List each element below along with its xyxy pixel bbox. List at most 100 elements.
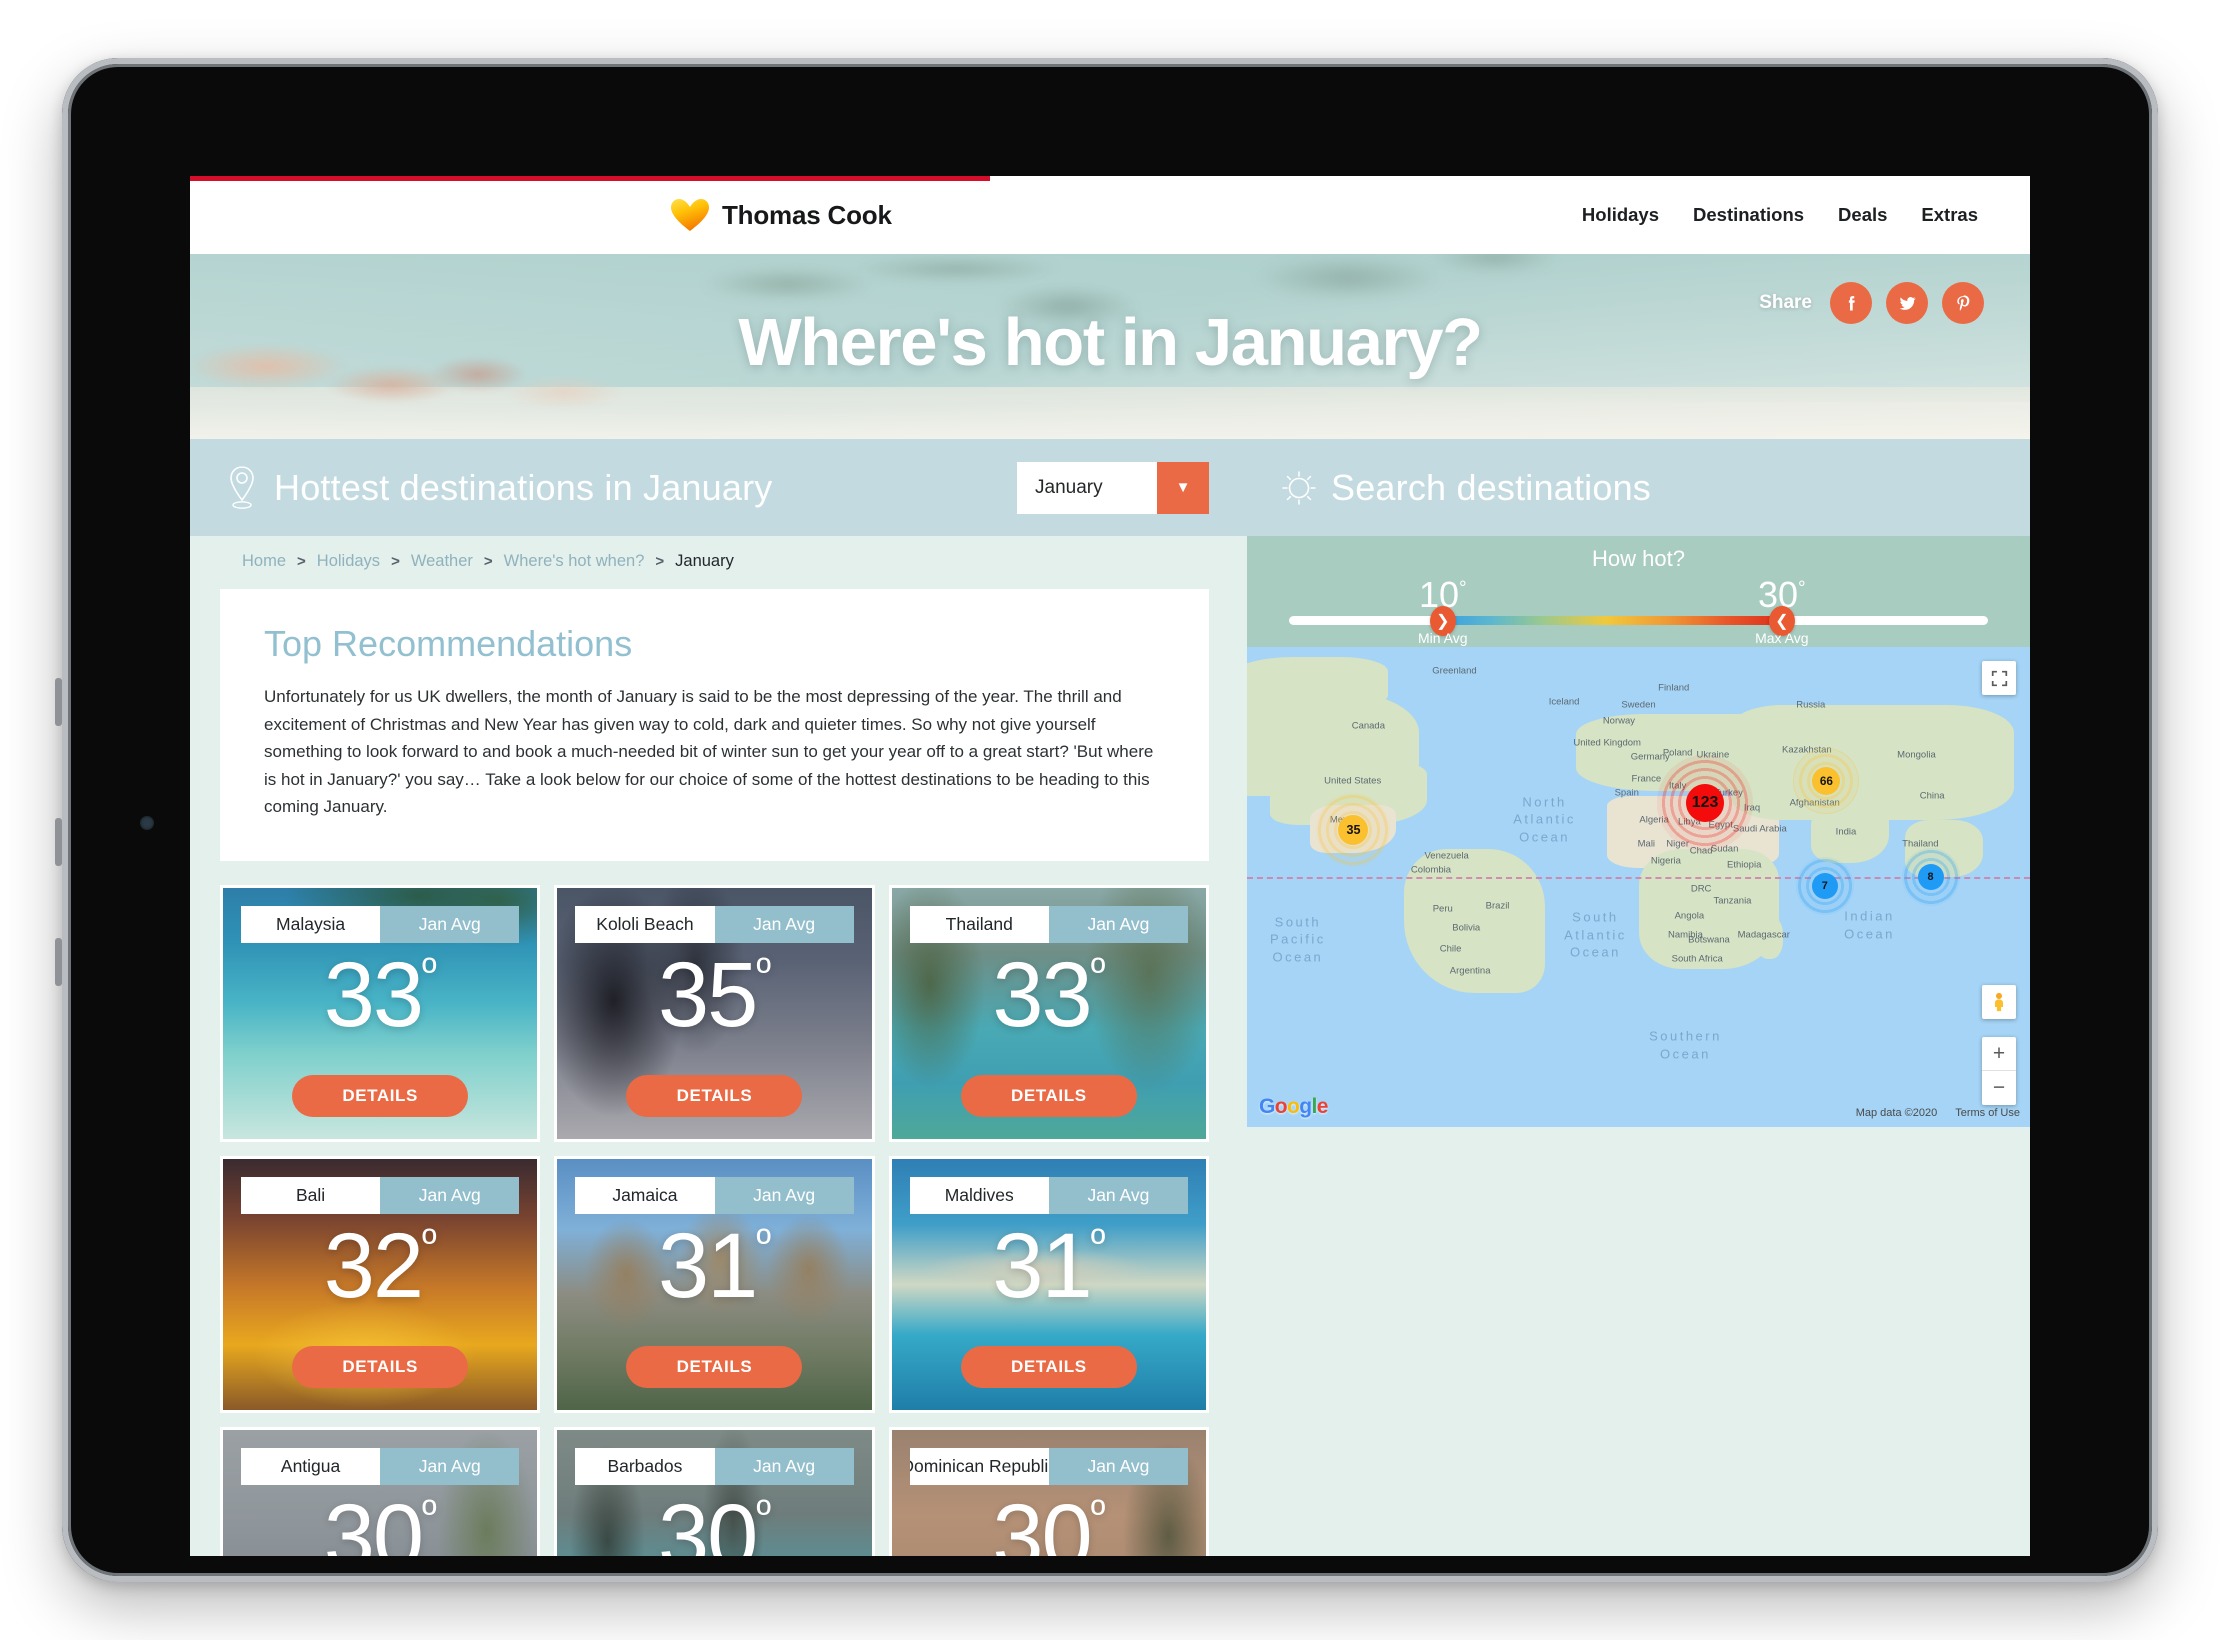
brand-logo[interactable]: Thomas Cook [670, 198, 892, 232]
destination-temperature: 33º [223, 949, 537, 1041]
map-terms-of-use-link[interactable]: Terms of Use [1955, 1107, 2020, 1119]
destination-temperature: 30º [223, 1491, 537, 1556]
degree-symbol: º [1090, 950, 1106, 995]
top-recommendations-panel: Top Recommendations Unfortunately for us… [220, 589, 1209, 861]
destination-details-button[interactable]: DETAILS [626, 1074, 803, 1117]
destination-temperature: 32º [223, 1220, 537, 1312]
breadcrumb-item-holidays[interactable]: Holidays [317, 552, 380, 571]
map-country-label: United Kingdom [1573, 737, 1641, 749]
share-pinterest-button[interactable] [1942, 282, 1984, 324]
destination-card[interactable]: AntiguaJan Avg30ºDETAILS [220, 1426, 541, 1556]
map-cluster-marker[interactable]: 123 [1686, 784, 1725, 822]
destination-details-button[interactable]: DETAILS [292, 1345, 469, 1388]
pinterest-icon [1956, 294, 1969, 311]
destination-avg-label: Jan Avg [380, 1447, 520, 1485]
destination-card[interactable]: Bali Jan Avg 32º DETAILS [220, 1155, 541, 1413]
map-country-label: Poland [1662, 747, 1693, 759]
map-fullscreen-button[interactable] [1982, 661, 2016, 695]
destination-card[interactable]: BarbadosJan Avg30ºDETAILS [554, 1426, 875, 1556]
degree-symbol: º [422, 1221, 437, 1266]
breadcrumb-item-wheres-hot-when[interactable]: Where's hot when? [504, 552, 645, 571]
map-country-label: Brazil [1485, 900, 1510, 912]
map-cluster-marker[interactable]: 66 [1812, 767, 1841, 796]
map-cluster-marker[interactable]: 35 [1338, 815, 1369, 846]
destination-card[interactable]: Dominican RepublicJan Avg30ºDETAILS [888, 1426, 1209, 1556]
map-country-label: Tanzania [1713, 895, 1752, 907]
degree-symbol: º [422, 950, 437, 995]
recommendations-title: Top Recommendations [264, 623, 633, 664]
brand-name: Thomas Cook [722, 199, 892, 230]
nav-item-destinations[interactable]: Destinations [1693, 204, 1804, 226]
location-pin-icon [220, 463, 264, 513]
destination-card-header: Malaysia Jan Avg [241, 905, 520, 943]
search-destinations-title: Search destinations [1331, 466, 1651, 508]
destination-temperature: 31º [557, 1220, 871, 1312]
share-label: Share [1759, 292, 1812, 313]
map-ocean-label: Indian Ocean [1844, 908, 1895, 942]
map-country-label: Thailand [1902, 838, 1939, 850]
destination-details-button[interactable]: DETAILS [960, 1345, 1137, 1388]
destination-name: Jamaica [575, 1176, 715, 1214]
content-split: Hottest destinations in January January … [190, 439, 2030, 1556]
breadcrumb-item-home[interactable]: Home [242, 552, 286, 571]
map-zoom-in-button[interactable]: + [1982, 1037, 2016, 1071]
hero-banner: Where's hot in January? Share [190, 254, 2030, 439]
map-country-label: Egypt [1708, 819, 1733, 831]
device-volume-down-button[interactable] [55, 818, 62, 866]
destination-details-button[interactable]: DETAILS [292, 1074, 469, 1117]
map-country-label: Niger [1666, 838, 1689, 850]
map-street-view-button[interactable] [1982, 985, 2016, 1019]
map-country-label: Mongolia [1897, 749, 1936, 761]
browser-viewport: Thomas Cook Holidays Destinations Deals … [190, 176, 2030, 1556]
share-facebook-button[interactable] [1830, 282, 1872, 324]
how-hot-range-slider[interactable]: ❯ ❮ [1289, 605, 1988, 636]
destination-details-button[interactable]: DETAILS [960, 1074, 1137, 1117]
destination-temperature-value: 30 [323, 1485, 424, 1556]
destination-temperature-value: 33 [323, 943, 424, 1046]
device-side-button[interactable] [55, 938, 62, 986]
month-select[interactable]: January ▼ [1017, 461, 1209, 514]
fullscreen-icon [1991, 670, 2007, 686]
nav-item-extras[interactable]: Extras [1921, 204, 1978, 226]
destination-details-button[interactable]: DETAILS [626, 1345, 803, 1388]
map-country-label: Kazakhstan [1782, 744, 1832, 756]
destinations-map[interactable]: + − Google Map data ©2020 Terms of Use N… [1247, 647, 2030, 1127]
destination-temperature-value: 30 [992, 1485, 1092, 1556]
breadcrumb-separator: > [297, 553, 306, 570]
destination-cards-grid: Malaysia Jan Avg 33º DETAILS Kololi Beach Jan… [220, 884, 1209, 1556]
how-hot-max-caption: Max Avg [1755, 630, 1809, 646]
map-ocean-label: North Atlantic Ocean [1513, 794, 1576, 845]
breadcrumb-item-weather[interactable]: Weather [411, 552, 473, 571]
map-cluster-marker[interactable]: 7 [1811, 873, 1838, 900]
map-zoom-out-button[interactable]: − [1982, 1071, 2016, 1105]
degree-symbol: º [756, 1221, 771, 1266]
degree-symbol: º [1090, 1221, 1106, 1266]
destination-card-header: Maldives Jan Avg [909, 1176, 1188, 1214]
breadcrumb-separator: > [391, 553, 400, 570]
destination-card[interactable]: Thailand Jan Avg 33º DETAILS [888, 884, 1209, 1142]
map-zoom-controls: + − [1982, 1037, 2016, 1105]
destination-card[interactable]: Kololi Beach Jan Avg 35º DETAILS [554, 884, 875, 1142]
destination-card[interactable]: Jamaica Jan Avg 31º DETAILS [554, 1155, 875, 1413]
nav-item-deals[interactable]: Deals [1838, 204, 1887, 226]
destination-card[interactable]: Maldives Jan Avg 31º DETAILS [888, 1155, 1209, 1413]
map-ocean-label: Southern Ocean [1649, 1028, 1722, 1062]
map-cluster-marker[interactable]: 8 [1917, 864, 1944, 891]
nav-item-holidays[interactable]: Holidays [1582, 204, 1659, 226]
destination-card[interactable]: Malaysia Jan Avg 33º DETAILS [220, 884, 541, 1142]
month-select-value: January [1017, 461, 1157, 514]
degree-symbol: º [422, 1492, 437, 1537]
destination-avg-label: Jan Avg [1048, 1176, 1188, 1214]
how-hot-filter: How hot? 10° 30° ❯ ❮ Min Avg Max Avg [1247, 536, 2030, 647]
map-country-label: Afghanistan [1789, 797, 1840, 809]
destination-temperature: 33º [892, 949, 1206, 1041]
device-volume-up-button[interactable] [55, 678, 62, 726]
site-header: Thomas Cook Holidays Destinations Deals … [190, 176, 2030, 254]
share-twitter-button[interactable] [1886, 282, 1928, 324]
map-country-label: Norway [1602, 715, 1636, 727]
destination-temperature: 30º [557, 1491, 871, 1556]
map-country-label: Chad [1689, 845, 1713, 857]
chevron-down-icon: ▼ [1157, 461, 1209, 514]
tablet-device-frame: Thomas Cook Holidays Destinations Deals … [55, 58, 2158, 1582]
map-country-label: Botswana [1688, 934, 1730, 946]
